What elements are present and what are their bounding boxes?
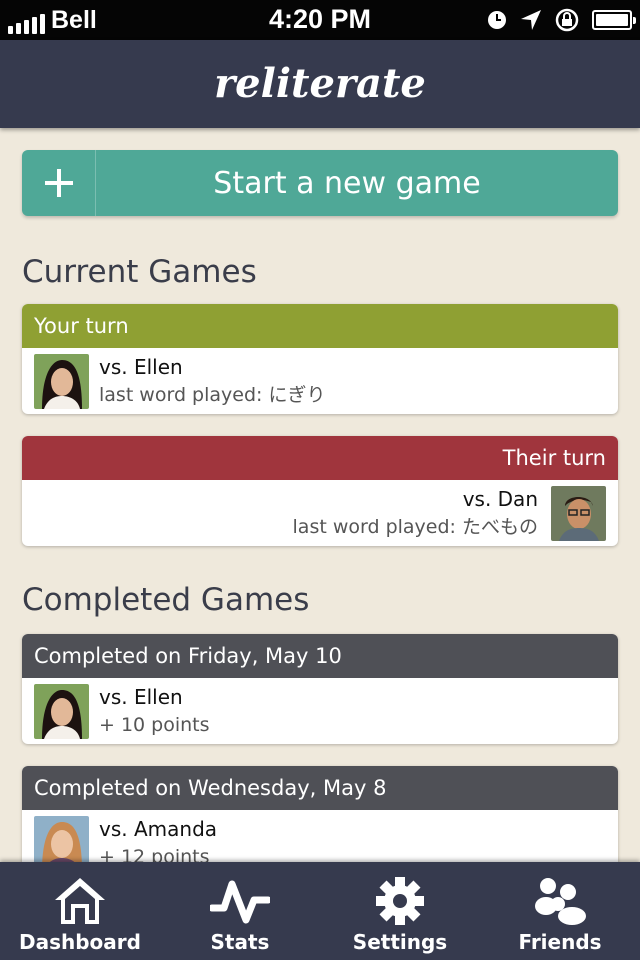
tab-stats[interactable]: Stats [160,862,320,960]
opponent-name: vs. Dan [462,487,538,511]
tab-label: Friends [518,930,602,954]
game-info: vs. Dan last word played: たべもの [293,486,538,542]
completed-game-card[interactable]: Completed on Friday, May 10 vs. Ellen + … [22,634,618,744]
tab-friends[interactable]: Friends [480,862,640,960]
completed-game-card[interactable]: Completed on Wednesday, May 8 vs. Amanda… [22,766,618,876]
opponent-name: vs. Ellen [99,355,183,379]
battery-icon [592,10,636,30]
game-card-their-turn[interactable]: Their turn vs. Dan last word played: たべも… [22,436,618,546]
pulse-icon [210,880,270,924]
nav-bar: reliterate [0,40,640,128]
rotation-lock-icon [555,8,579,32]
game-row[interactable]: vs. Ellen + 10 points [22,678,618,744]
game-info: vs. Ellen last word played: にぎり [99,354,325,410]
completed-games-heading: Completed Games [22,582,310,618]
avatar [34,354,89,409]
completed-date-header: Completed on Friday, May 10 [22,634,618,678]
current-games-heading: Current Games [22,254,257,290]
opponent-name: vs. Amanda [99,817,218,841]
avatar [34,684,89,739]
game-card-your-turn[interactable]: Your turn vs. Ellen last word played: にぎ… [22,304,618,414]
status-bar: Bell 4:20 PM [0,0,640,40]
turn-status-header: Your turn [22,304,618,348]
status-icons [486,8,636,32]
start-new-game-button[interactable]: Start a new game [22,150,618,216]
tab-label: Stats [210,930,270,954]
tab-label: Settings [352,930,448,954]
opponent-name: vs. Ellen [99,685,183,709]
tab-settings[interactable]: Settings [320,862,480,960]
game-row[interactable]: vs. Ellen last word played: にぎり [22,348,618,414]
home-icon [55,878,105,924]
plus-icon [22,150,96,216]
location-icon [521,10,541,30]
app-logo: reliterate [214,60,426,107]
friends-icon [535,878,586,925]
completed-date-header: Completed on Wednesday, May 8 [22,766,618,810]
start-new-game-label: Start a new game [213,165,481,201]
tab-dashboard[interactable]: Dashboard [0,862,160,960]
last-word-played: last word played: にぎり [99,384,326,406]
alarm-icon [488,11,506,29]
points-earned: + 10 points [99,714,210,736]
game-row[interactable]: vs. Dan last word played: たべもの [22,480,618,546]
turn-status-header: Their turn [22,436,618,480]
tab-bar: Dashboard Stats Settings Friends [0,862,640,960]
game-info: vs. Ellen + 10 points [99,684,210,740]
last-word-played: last word played: たべもの [292,516,538,538]
gear-icon [376,877,424,925]
avatar [551,486,606,541]
tab-label: Dashboard [19,930,141,954]
